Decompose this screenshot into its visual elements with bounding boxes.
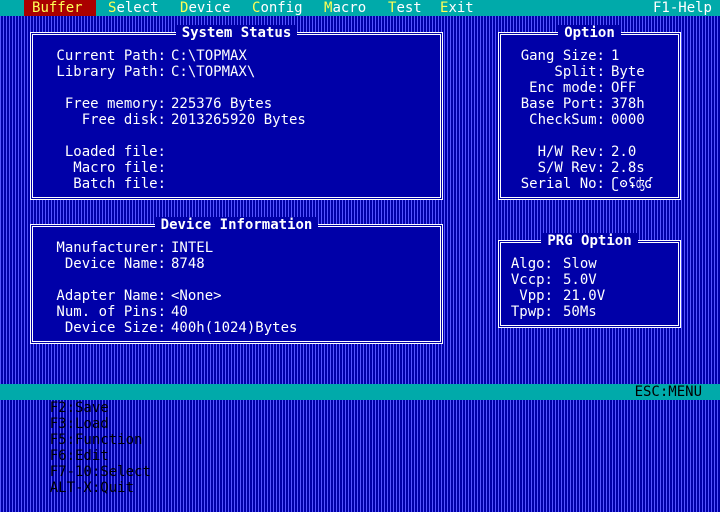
menu-device[interactable]: Device bbox=[180, 0, 231, 16]
batch-file-label: Batch file: bbox=[73, 176, 166, 192]
checksum-value: 0000 bbox=[611, 112, 645, 128]
sw-rev-value: 2.8s bbox=[611, 160, 645, 176]
menu-macro[interactable]: Macro bbox=[324, 0, 366, 16]
device-size-value: 400h(1024)Bytes bbox=[171, 320, 298, 336]
manufacturer-label: Manufacturer: bbox=[56, 240, 166, 256]
f7-10-select-key[interactable]: F7-10:Select bbox=[50, 464, 151, 480]
manufacturer-value: INTEL bbox=[171, 240, 214, 256]
split-value: Byte bbox=[611, 64, 645, 80]
device-name-value: 8748 bbox=[171, 256, 205, 272]
gang-size-label: Gang Size: bbox=[520, 48, 605, 64]
device-size-label: Device Size: bbox=[64, 320, 166, 336]
prg-option-panel: PRG Option Algo: Slow Vccp: 5.0V Vpp: 21… bbox=[498, 233, 681, 328]
num-pins-label: Num. of Pins: bbox=[56, 304, 166, 320]
f6-edit-key[interactable]: F6:Edit bbox=[50, 448, 109, 464]
alt-x-quit-key[interactable]: ALT-X:Quit bbox=[50, 480, 134, 496]
vpp-label: Vpp: bbox=[519, 288, 553, 304]
num-pins-value: 40 bbox=[171, 304, 188, 320]
menu-select[interactable]: Select bbox=[108, 0, 159, 16]
device-information-title: Device Information bbox=[154, 217, 319, 233]
current-path-label: Current Path: bbox=[56, 48, 166, 64]
option-title: Option bbox=[558, 25, 621, 41]
base-port-label: Base Port: bbox=[520, 96, 605, 112]
status-bar: F2:Save F3:Load F5:Function F6:Edit F7-1… bbox=[0, 384, 720, 496]
base-port-value: 378h bbox=[611, 96, 645, 112]
f2-save-key[interactable]: F2:Save bbox=[50, 400, 109, 416]
algo-label: Algo: bbox=[510, 256, 553, 272]
serial-no-label: Serial No: bbox=[520, 176, 605, 192]
option-panel: Option Gang Size: 1 Split: Byte Enc mode… bbox=[498, 25, 681, 200]
loaded-file-label: Loaded file: bbox=[64, 144, 166, 160]
hw-rev-label: H/W Rev: bbox=[537, 144, 605, 160]
library-path-label: Library Path: bbox=[56, 64, 166, 80]
vccp-value: 5.0V bbox=[563, 272, 597, 288]
library-path-value: C:\TOPMAX\ bbox=[171, 64, 256, 80]
vpp-value: 21.0V bbox=[563, 288, 606, 304]
menu-bar: Buffer Select Device Config Macro Test E… bbox=[0, 0, 720, 16]
tpwp-value: 50Ms bbox=[563, 304, 597, 320]
free-memory-label: Free memory: bbox=[64, 96, 166, 112]
free-disk-label: Free disk: bbox=[81, 112, 166, 128]
f5-function-key[interactable]: F5:Function bbox=[50, 432, 143, 448]
hw-rev-value: 2.0 bbox=[611, 144, 637, 160]
menu-exit[interactable]: Exit bbox=[440, 0, 474, 16]
gang-size-value: 1 bbox=[611, 48, 620, 64]
menu-test[interactable]: Test bbox=[388, 0, 422, 16]
f3-load-key[interactable]: F3:Load bbox=[50, 416, 109, 432]
device-name-label: Device Name: bbox=[64, 256, 166, 272]
enc-mode-value: OFF bbox=[611, 80, 637, 96]
current-path-value: C:\TOPMAX bbox=[171, 48, 247, 64]
adapter-name-value: <None> bbox=[171, 288, 222, 304]
free-disk-value: 2013265920 Bytes bbox=[171, 112, 306, 128]
device-information-panel: Device Information Manufacturer: INTEL D… bbox=[30, 217, 443, 344]
system-status-title: System Status bbox=[175, 25, 298, 41]
system-status-panel: System Status Current Path: C:\TOPMAX Li… bbox=[30, 25, 443, 200]
menu-config[interactable]: Config bbox=[252, 0, 303, 16]
split-label: Split: bbox=[554, 64, 605, 80]
prg-option-title: PRG Option bbox=[541, 233, 638, 249]
algo-value: Slow bbox=[563, 256, 597, 272]
menu-buffer[interactable]: Buffer bbox=[24, 0, 96, 16]
esc-menu-key[interactable]: ESC:MENU bbox=[635, 384, 702, 400]
enc-mode-label: Enc mode: bbox=[529, 80, 605, 96]
help-menu[interactable]: F1-Help bbox=[653, 0, 712, 16]
sw-rev-label: S/W Rev: bbox=[537, 160, 605, 176]
macro-file-label: Macro file: bbox=[73, 160, 166, 176]
checksum-label: CheckSum: bbox=[529, 112, 605, 128]
serial-no-value: ʗʘʢʤʛ bbox=[611, 176, 654, 192]
adapter-name-label: Adapter Name: bbox=[56, 288, 166, 304]
free-memory-value: 225376 Bytes bbox=[171, 96, 273, 112]
tpwp-label: Tpwp: bbox=[510, 304, 553, 320]
vccp-label: Vccp: bbox=[510, 272, 553, 288]
